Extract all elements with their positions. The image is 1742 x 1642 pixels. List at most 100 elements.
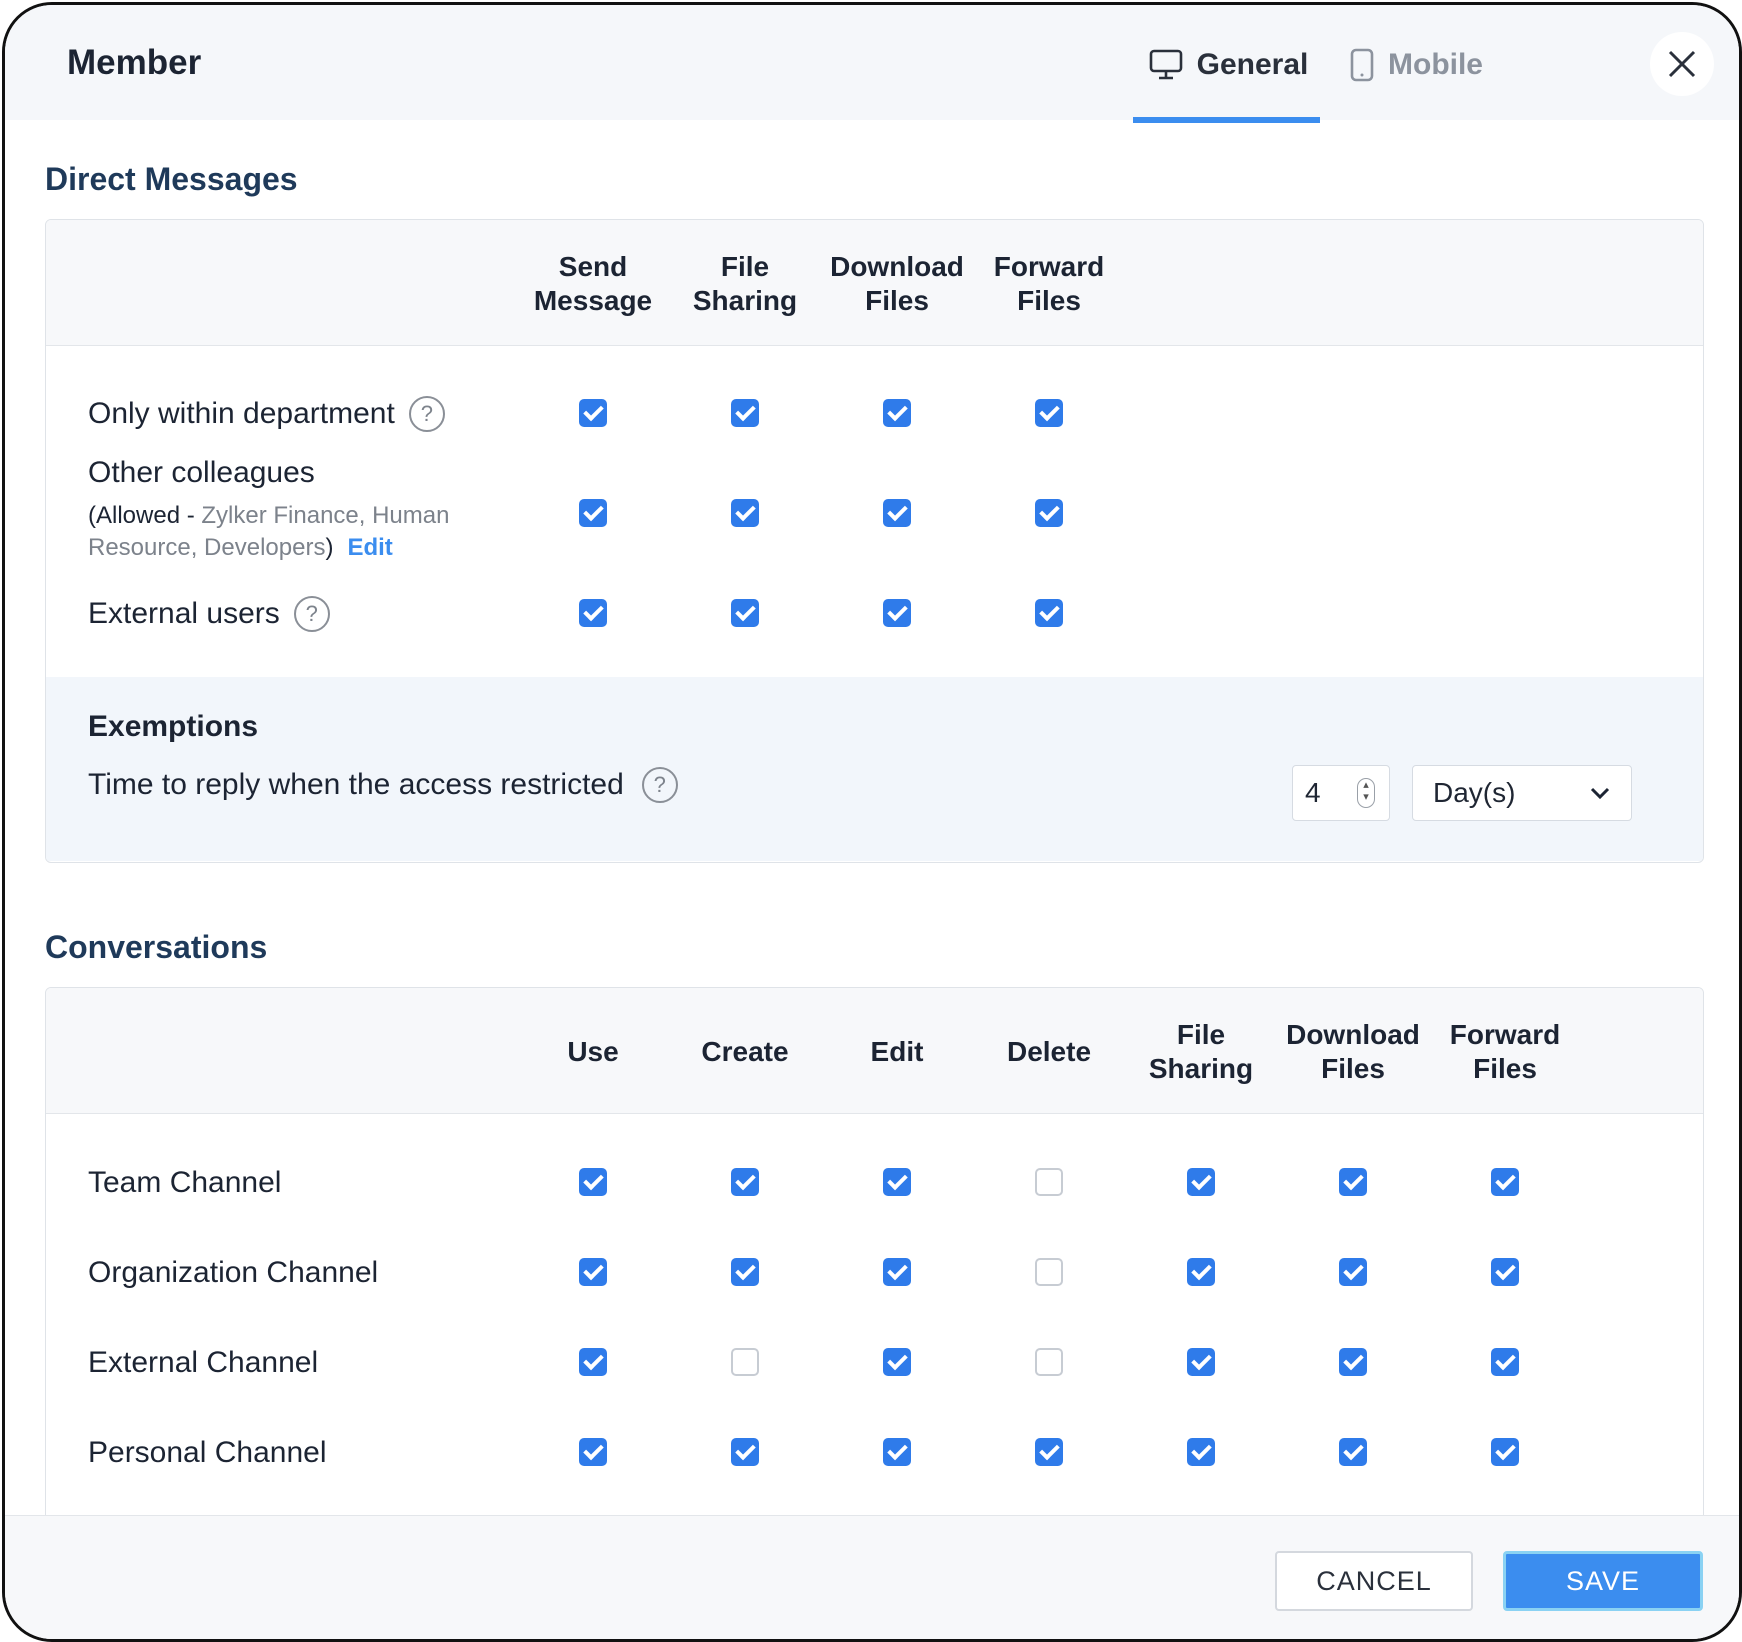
checkbox-checked[interactable] <box>883 1348 911 1376</box>
col-delete: Delete <box>974 1035 1124 1069</box>
checkbox-checked[interactable] <box>579 1438 607 1466</box>
checkbox-checked[interactable] <box>731 1168 759 1196</box>
checkbox-unchecked[interactable] <box>1035 1348 1063 1376</box>
row-label: Team Channel <box>88 1166 282 1199</box>
col-delete-label: Delete <box>1006 1036 1092 1067</box>
checkbox-checked[interactable] <box>731 1438 759 1466</box>
col-use: Use <box>518 1035 668 1069</box>
exemptions-section: Exemptions Time to reply when the access… <box>46 677 1703 861</box>
checkbox-unchecked[interactable] <box>731 1348 759 1376</box>
col-download-files: Download Files <box>1278 1018 1428 1086</box>
exemption-label: Time to reply when the access restricted <box>88 768 624 801</box>
checkbox-checked[interactable] <box>731 399 759 427</box>
checkbox-checked[interactable] <box>1491 1168 1519 1196</box>
checkbox-checked[interactable] <box>1491 1438 1519 1466</box>
checkbox-checked[interactable] <box>579 599 607 627</box>
col-forward-files: Forward Files <box>1430 1018 1580 1086</box>
col-send-message-line1: Send <box>558 251 628 282</box>
row-label: External Channel <box>88 1346 319 1379</box>
checkbox-checked[interactable] <box>883 599 911 627</box>
checkbox-checked[interactable] <box>1035 1438 1063 1466</box>
cancel-button[interactable]: CANCEL <box>1275 1551 1473 1611</box>
exemption-reply-time: Time to reply when the access restricted… <box>88 767 678 803</box>
row-organization-channel: Organization Channel <box>88 1256 378 1290</box>
col-forward-files-line1: Forward <box>1449 1019 1561 1050</box>
col-forward-files: Forward Files <box>974 250 1124 318</box>
checkbox-checked[interactable] <box>579 1258 607 1286</box>
checkbox-checked[interactable] <box>579 499 607 527</box>
row-only-within-department: Only within department ? <box>88 396 445 432</box>
desktop-icon <box>1149 49 1182 80</box>
reply-time-value: 4 <box>1305 777 1321 808</box>
checkbox-checked[interactable] <box>1339 1258 1367 1286</box>
tab-general-label: General <box>1196 48 1309 81</box>
col-use-label: Use <box>567 1036 619 1067</box>
active-tab-indicator <box>1133 117 1320 123</box>
col-download-files-line1: Download <box>830 251 964 282</box>
checkbox-checked[interactable] <box>1187 1348 1215 1376</box>
row-external-channel: External Channel <box>88 1346 318 1380</box>
checkbox-checked[interactable] <box>731 599 759 627</box>
checkbox-checked[interactable] <box>1035 399 1063 427</box>
reply-time-input[interactable]: 4 ▴ ▾ <box>1292 765 1390 821</box>
close-icon <box>1668 50 1696 78</box>
checkbox-checked[interactable] <box>1035 599 1063 627</box>
row-label: Only within department <box>88 397 395 430</box>
tab-mobile-label: Mobile <box>1388 48 1483 81</box>
row-label: Personal Channel <box>88 1436 327 1469</box>
conversations-panel: Use Create Edit Delete File Sharing Down… <box>45 987 1704 1549</box>
checkbox-checked[interactable] <box>579 1168 607 1196</box>
col-download-files-line1: Download <box>1286 1019 1420 1050</box>
checkbox-checked[interactable] <box>579 399 607 427</box>
col-download-files: Download Files <box>822 250 972 318</box>
checkbox-checked[interactable] <box>579 1348 607 1376</box>
row-team-channel: Team Channel <box>88 1166 281 1200</box>
checkbox-checked[interactable] <box>1339 1348 1367 1376</box>
checkbox-checked[interactable] <box>1339 1168 1367 1196</box>
save-button[interactable]: SAVE <box>1503 1551 1703 1611</box>
checkbox-checked[interactable] <box>1491 1258 1519 1286</box>
close-button[interactable] <box>1650 32 1714 96</box>
checkbox-unchecked[interactable] <box>1035 1168 1063 1196</box>
checkbox-checked[interactable] <box>1187 1258 1215 1286</box>
checkbox-checked[interactable] <box>883 1438 911 1466</box>
reply-time-unit-select[interactable]: Day(s) <box>1412 765 1632 821</box>
col-create-label: Create <box>701 1036 789 1067</box>
checkbox-checked[interactable] <box>883 1258 911 1286</box>
checkbox-checked[interactable] <box>883 1168 911 1196</box>
allowed-list-cont: Resource, Developers <box>88 534 326 561</box>
checkbox-checked[interactable] <box>1187 1168 1215 1196</box>
tab-mobile[interactable]: Mobile <box>1350 5 1500 125</box>
row-other-colleagues: Other colleagues <box>88 456 315 490</box>
checkbox-checked[interactable] <box>1035 499 1063 527</box>
checkbox-checked[interactable] <box>1187 1438 1215 1466</box>
direct-messages-title: Direct Messages <box>45 161 298 197</box>
tab-general[interactable]: General <box>1135 5 1322 125</box>
allowed-list: Zylker Finance, Human <box>201 502 450 529</box>
col-edit: Edit <box>822 1035 972 1069</box>
row-label: Organization Channel <box>88 1256 379 1289</box>
exemptions-title: Exemptions <box>88 710 259 743</box>
row-personal-channel: Personal Channel <box>88 1436 327 1470</box>
checkbox-unchecked[interactable] <box>1035 1258 1063 1286</box>
checkbox-checked[interactable] <box>1491 1348 1519 1376</box>
allowed-prefix: (Allowed - <box>88 502 202 529</box>
col-forward-files-line2: Files <box>1017 285 1081 316</box>
checkbox-checked[interactable] <box>883 499 911 527</box>
col-forward-files-line1: Forward <box>993 251 1105 282</box>
col-create: Create <box>670 1035 820 1069</box>
allowed-departments: (Allowed - Zylker Finance, Human Resourc… <box>88 500 449 564</box>
member-permissions-dialog: Member General Mobile Direct Messages Se… <box>2 2 1742 1642</box>
checkbox-checked[interactable] <box>731 1258 759 1286</box>
dialog-header: Member General Mobile <box>5 5 1739 123</box>
checkbox-checked[interactable] <box>1339 1438 1367 1466</box>
checkbox-checked[interactable] <box>731 499 759 527</box>
help-icon[interactable]: ? <box>293 596 330 632</box>
col-download-files-line2: Files <box>1321 1053 1385 1084</box>
help-icon[interactable]: ? <box>408 396 445 432</box>
stepper-icon[interactable]: ▴ ▾ <box>1357 778 1375 808</box>
edit-allowed-link[interactable]: Edit <box>347 534 392 561</box>
checkbox-checked[interactable] <box>883 399 911 427</box>
help-icon[interactable]: ? <box>641 767 678 803</box>
col-edit-label: Edit <box>870 1036 924 1067</box>
